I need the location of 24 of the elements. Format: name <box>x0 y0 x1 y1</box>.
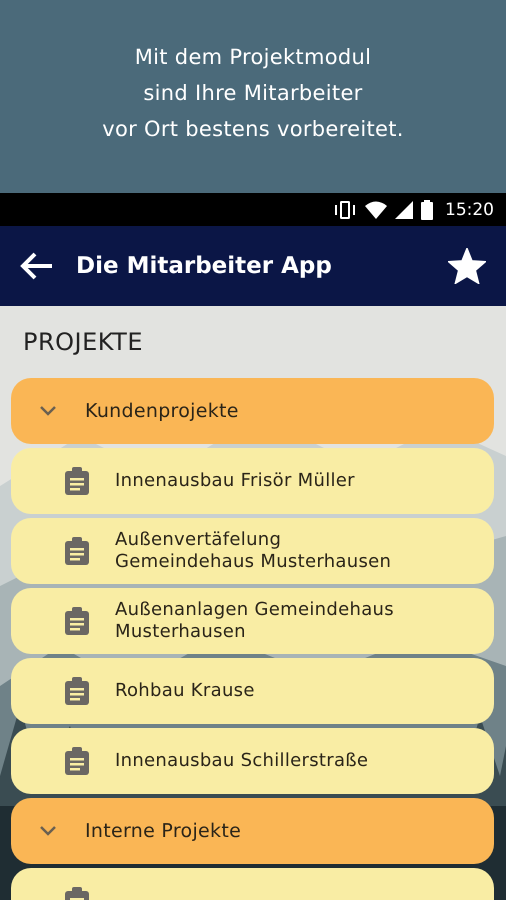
project-item[interactable]: Außenanlagen Gemeindehaus Musterhausen <box>11 588 494 654</box>
project-item[interactable]: Rohbau Krause <box>11 658 494 724</box>
back-button[interactable] <box>20 251 54 281</box>
vibrate-icon <box>333 200 357 220</box>
wifi-icon <box>365 200 387 218</box>
favorite-button[interactable] <box>448 248 486 284</box>
battery-icon <box>421 200 433 220</box>
promo-text: Mit dem Projektmodul <box>134 44 372 70</box>
promo-text: vor Ort bestens vorbereitet. <box>102 116 404 142</box>
project-item[interactable]: Außenvertäfelung Gemeindehaus Musterhausen <box>11 518 494 584</box>
project-item[interactable]: Innenausbau Schillerstraße <box>11 728 494 794</box>
clipboard-icon <box>65 467 89 495</box>
group-header[interactable]: Interne Projekte <box>11 798 494 864</box>
app-title: Die Mitarbeiter App <box>76 253 333 279</box>
clipboard-icon <box>65 747 89 775</box>
clipboard-icon <box>65 607 89 635</box>
clipboard-icon <box>65 677 89 705</box>
promo-text: sind Ihre Mitarbeiter <box>143 80 363 106</box>
group-header[interactable]: Kundenprojekte <box>11 378 494 444</box>
signal-icon <box>395 200 413 218</box>
status-time: 15:20 <box>445 200 494 220</box>
section-title: PROJEKTE <box>23 328 144 356</box>
project-item[interactable]: Innenausbau Frisör Müller <box>11 448 494 514</box>
clipboard-icon <box>65 537 89 565</box>
